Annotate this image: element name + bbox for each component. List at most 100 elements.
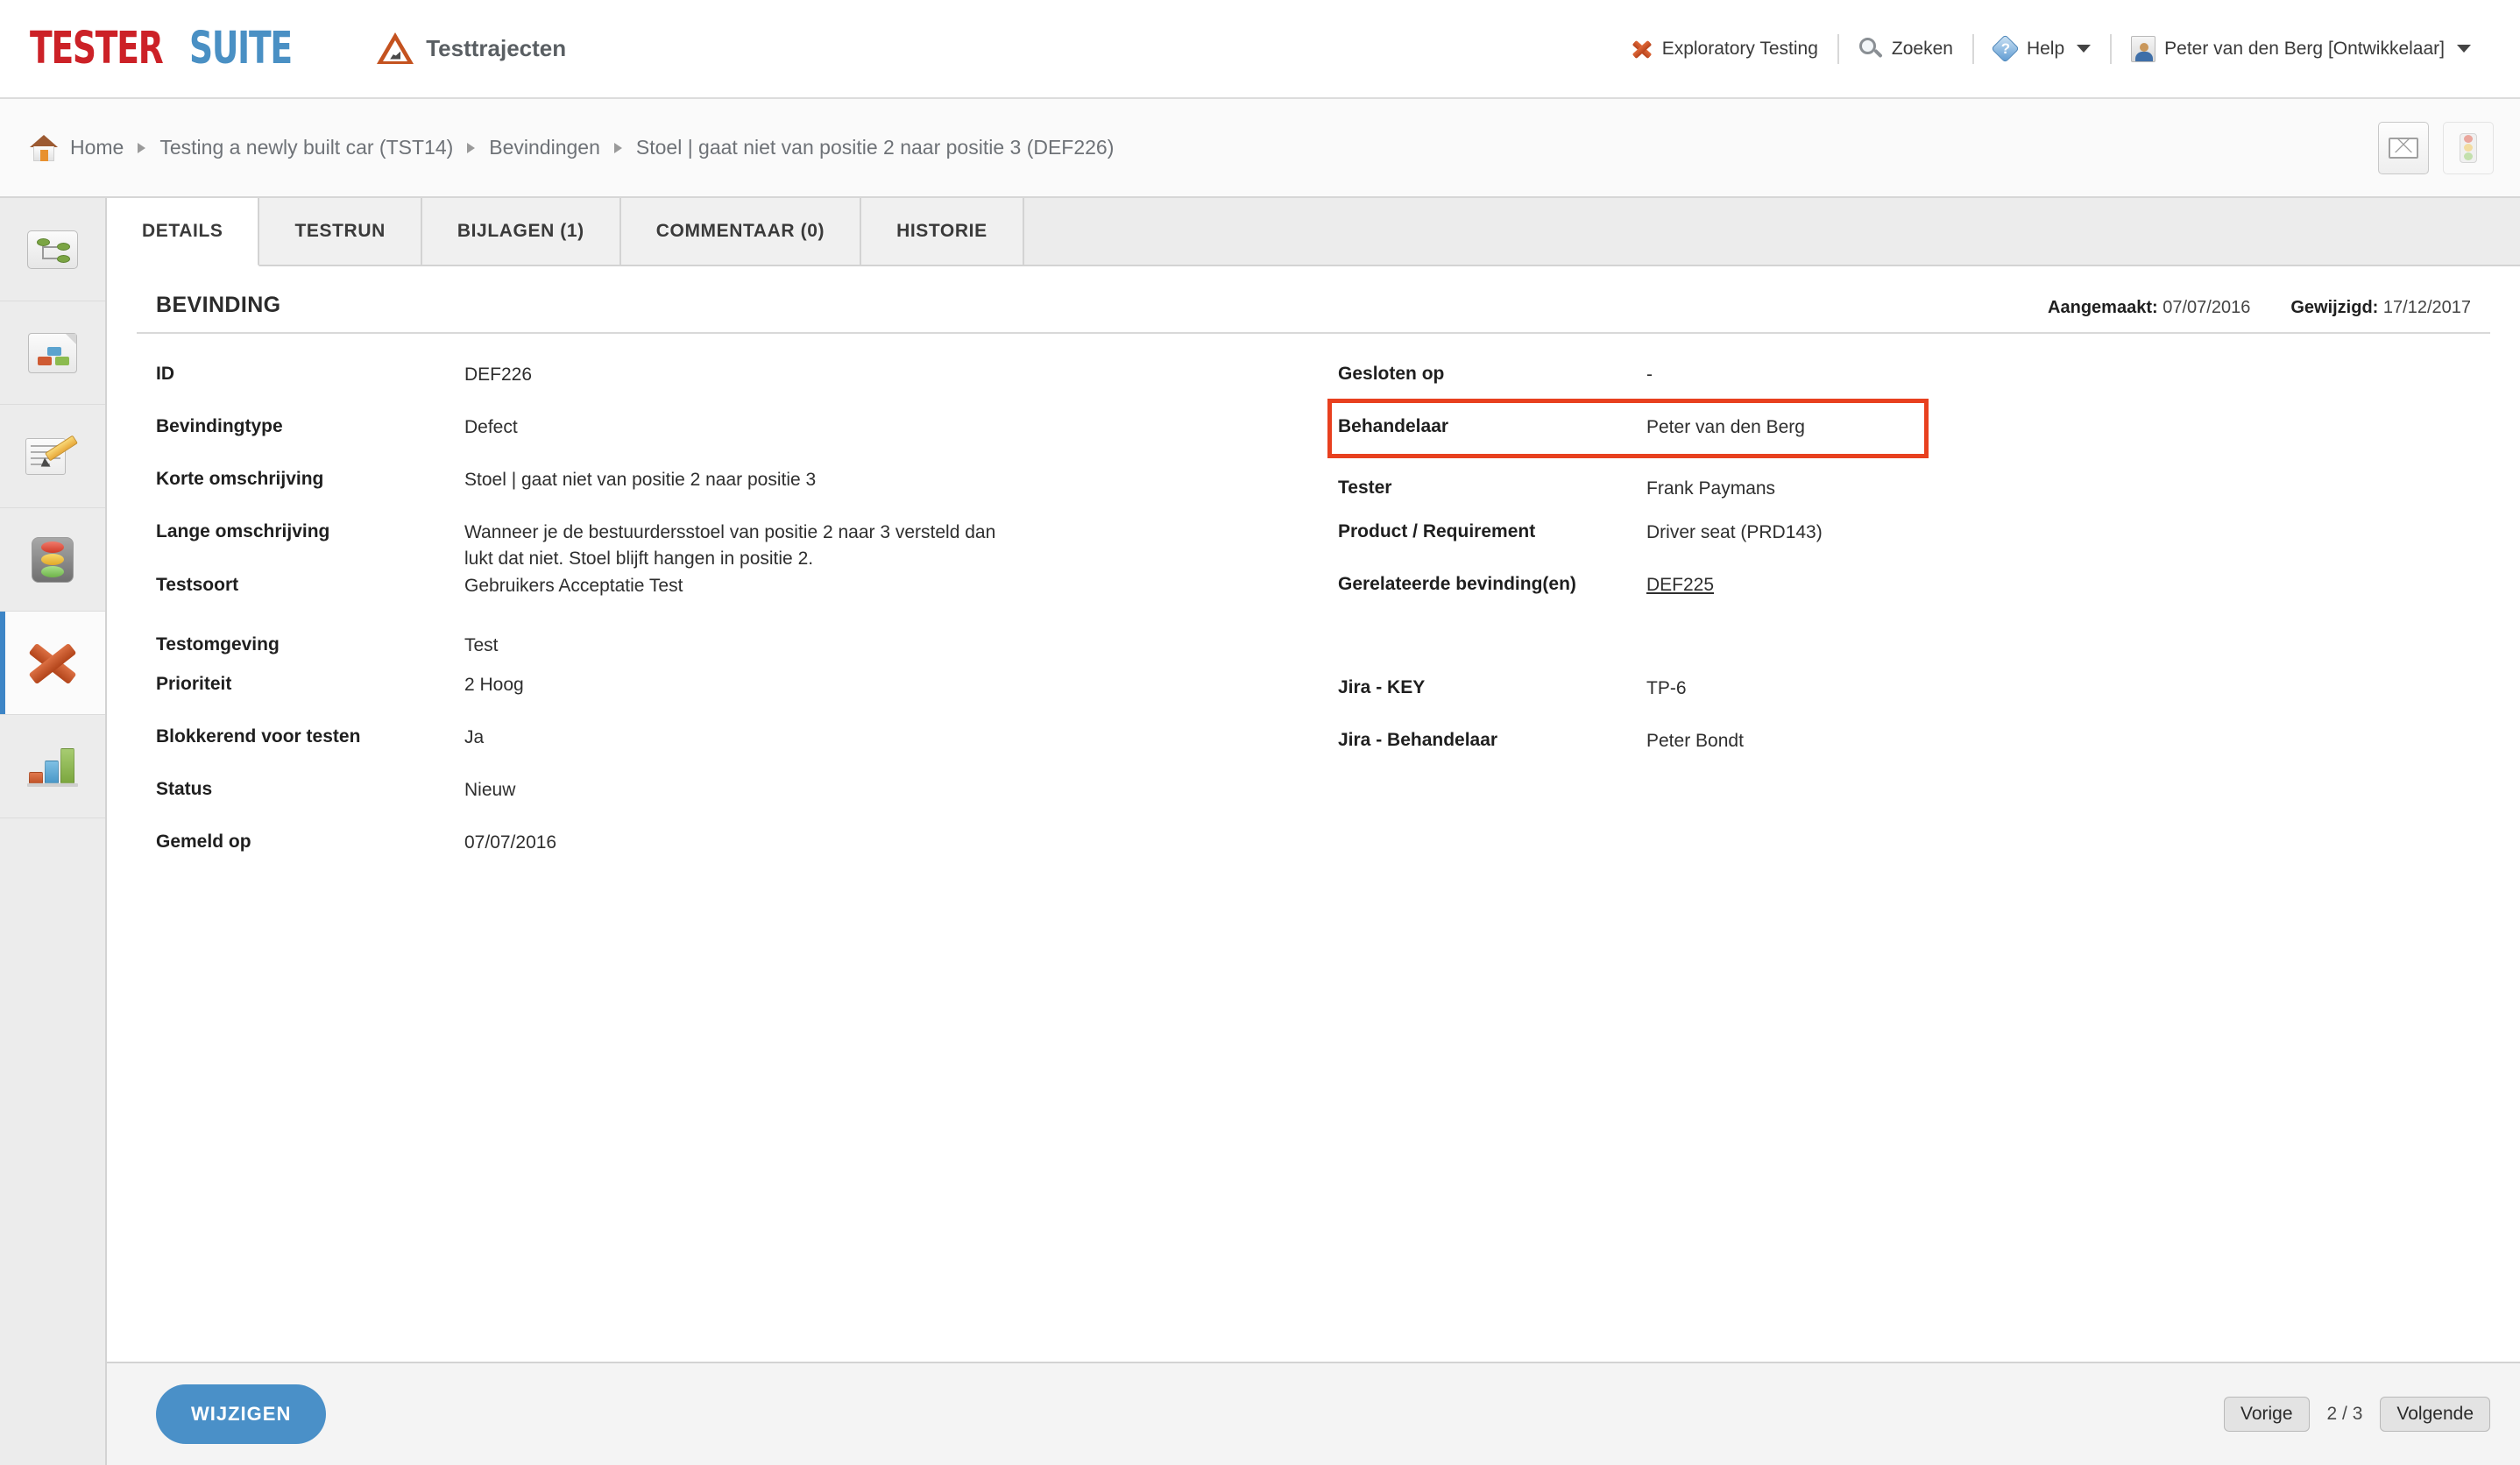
field-label: Gerelateerde bevinding(en) <box>1338 574 1576 594</box>
chevron-right-icon <box>467 142 476 153</box>
field-value: Gebruikers Acceptatie Test <box>464 575 683 596</box>
top-header: TESTER SUITE Testtrajecten Exploratory Te… <box>0 0 2520 99</box>
module-label: Testtrajecten <box>426 35 567 61</box>
left-sidebar <box>0 198 107 1465</box>
chevron-right-icon <box>138 142 146 153</box>
tab-bar: DETAILS TESTRUN BIJLAGEN (1) COMMENTAAR … <box>107 198 2520 266</box>
field-row-korte-omschrijving: Korte omschrijving Stoel | gaat niet van… <box>156 455 1313 507</box>
sidebar-item-documents[interactable] <box>0 301 105 405</box>
field-label: Lange omschrijving <box>156 521 330 541</box>
breadcrumb-item-bevindingen[interactable]: Bevindingen <box>489 136 600 159</box>
sidebar-item-testruns[interactable] <box>0 508 105 612</box>
home-icon[interactable] <box>30 134 58 161</box>
nav-zoeken[interactable]: Zoeken <box>1839 32 1972 67</box>
bar-chart-icon <box>27 747 78 787</box>
field-row-bevindingtype: Bevindingtype Defect <box>156 402 1313 455</box>
field-gap <box>1338 612 2471 663</box>
field-row-gerelateerde-bevindingen: Gerelateerde bevinding(en) DEF225 <box>1338 560 2471 612</box>
sidebar-item-testcases[interactable] <box>0 405 105 508</box>
orange-x-icon <box>25 639 80 688</box>
field-label: Testsoort <box>156 574 239 595</box>
breadcrumb-actions <box>2378 121 2494 174</box>
sidebar-item-reports[interactable] <box>0 715 105 818</box>
field-row-status: Status Nieuw <box>156 765 1313 817</box>
left-field-column: ID DEF226 Bevindingtype Defect Korte oms… <box>156 334 1313 870</box>
field-value: TP-6 <box>1646 678 1687 698</box>
field-value: - <box>1646 364 1653 385</box>
field-label: Jira - Behandelaar <box>1338 730 1498 750</box>
field-label: Product / Requirement <box>1338 521 1536 541</box>
breadcrumb-item-current: Stoel | gaat niet van positie 2 naar pos… <box>635 136 1115 159</box>
sidebar-item-structure[interactable] <box>0 198 105 301</box>
tab-label: TESTRUN <box>294 221 386 241</box>
tab-bijlagen[interactable]: BIJLAGEN (1) <box>421 198 621 265</box>
traffic-light-icon <box>32 536 74 583</box>
status-button[interactable] <box>2443 121 2494 174</box>
field-row-gesloten-op: Gesloten op - <box>1338 350 2471 402</box>
tree-structure-icon <box>27 230 78 269</box>
section-meta: Aangemaakt: 07/07/2016 Gewijzigd: 17/12/… <box>2048 298 2471 318</box>
field-value: Peter Bondt <box>1646 731 1744 751</box>
nav-label: Zoeken <box>1891 38 1953 59</box>
next-button[interactable]: Volgende <box>2380 1397 2490 1432</box>
tab-commentaar[interactable]: COMMENTAAR (0) <box>620 198 862 265</box>
field-label: Gemeld op <box>156 831 251 852</box>
related-finding-link[interactable]: DEF225 <box>1646 572 1714 598</box>
breadcrumb-bar: Home Testing a newly built car (TST14) B… <box>0 99 2520 198</box>
edit-button[interactable]: WIJZIGEN <box>156 1384 327 1444</box>
tab-testrun[interactable]: TESTRUN <box>259 198 422 265</box>
created-value: 07/07/2016 <box>2163 298 2251 317</box>
field-label: Jira - KEY <box>1338 677 1426 697</box>
details-content: BEVINDING Aangemaakt: 07/07/2016 Gewijzi… <box>107 266 2520 1362</box>
field-value: Defect <box>464 417 518 437</box>
field-row-behandelaar: Behandelaar Peter van den Berg <box>1327 399 2471 458</box>
traffic-light-icon <box>2460 132 2477 163</box>
avatar-icon <box>2131 35 2156 62</box>
field-value: Nieuw <box>464 779 516 800</box>
field-label: Testomgeving <box>156 634 280 655</box>
field-value: Peter van den Berg <box>1646 417 1805 437</box>
help-icon: ? <box>1991 33 2020 63</box>
nav-user-menu[interactable]: Peter van den Berg [Ontwikkelaar] <box>2112 32 2490 67</box>
tab-details[interactable]: DETAILS <box>107 198 260 266</box>
field-label: Korte omschrijving <box>156 469 324 489</box>
orange-x-icon <box>1631 38 1653 60</box>
section-header: BEVINDING Aangemaakt: 07/07/2016 Gewijzi… <box>137 266 2490 334</box>
modified-label: Gewijzigd: <box>2290 298 2379 317</box>
nav-exploratory-testing[interactable]: Exploratory Testing <box>1611 32 1837 67</box>
breadcrumb-item-home[interactable]: Home <box>70 136 124 159</box>
created-label: Aangemaakt: <box>2048 298 2158 317</box>
field-value: Wanneer je de bestuurdersstoel van posit… <box>464 522 996 570</box>
breadcrumb-item-project[interactable]: Testing a newly built car (TST14) <box>159 136 453 159</box>
field-value: Driver seat (PRD143) <box>1646 522 1823 542</box>
module-title[interactable]: Testtrajecten <box>377 32 566 66</box>
field-value: 2 Hoog <box>464 674 524 695</box>
sidebar-item-bevindingen[interactable] <box>0 612 105 715</box>
document-blocks-icon <box>28 332 77 373</box>
page-body: DETAILS TESTRUN BIJLAGEN (1) COMMENTAAR … <box>0 198 2520 1465</box>
field-row-testomgeving: Testomgeving Test <box>156 599 1313 659</box>
created-meta: Aangemaakt: 07/07/2016 <box>2048 298 2250 318</box>
field-value: 07/07/2016 <box>464 832 557 853</box>
app-logo[interactable]: TESTER SUITE <box>30 23 314 74</box>
nav-label: Peter van den Berg [Ontwikkelaar] <box>2164 38 2445 59</box>
previous-button[interactable]: Vorige <box>2223 1397 2310 1432</box>
right-field-column: Gesloten op - Behandelaar Peter van den … <box>1313 334 2471 870</box>
email-button[interactable] <box>2378 121 2429 174</box>
field-row-id: ID DEF226 <box>156 350 1313 402</box>
field-label: Gesloten op <box>1338 364 1445 384</box>
field-row-prioriteit: Prioriteit 2 Hoog <box>156 660 1313 712</box>
field-label: Behandelaar <box>1338 416 1449 436</box>
nav-label: Exploratory Testing <box>1661 38 1818 59</box>
nav-help[interactable]: ? Help <box>1974 32 2110 67</box>
field-row-jira-key: Jira - KEY TP-6 <box>1338 663 2471 716</box>
tab-label: DETAILS <box>142 221 223 241</box>
field-label: Blokkerend voor testen <box>156 725 361 747</box>
tab-historie[interactable]: HISTORIE <box>861 198 1024 265</box>
pagination: Vorige 2 / 3 Volgende <box>2223 1397 2490 1432</box>
modified-meta: Gewijzigd: 17/12/2017 <box>2290 298 2471 318</box>
main-panel: DETAILS TESTRUN BIJLAGEN (1) COMMENTAAR … <box>107 198 2520 1465</box>
field-value: Stoel | gaat niet van positie 2 naar pos… <box>464 470 817 490</box>
field-row-product-requirement: Product / Requirement Driver seat (PRD14… <box>1338 507 2471 560</box>
field-value: Frank Paymans <box>1646 478 1776 499</box>
